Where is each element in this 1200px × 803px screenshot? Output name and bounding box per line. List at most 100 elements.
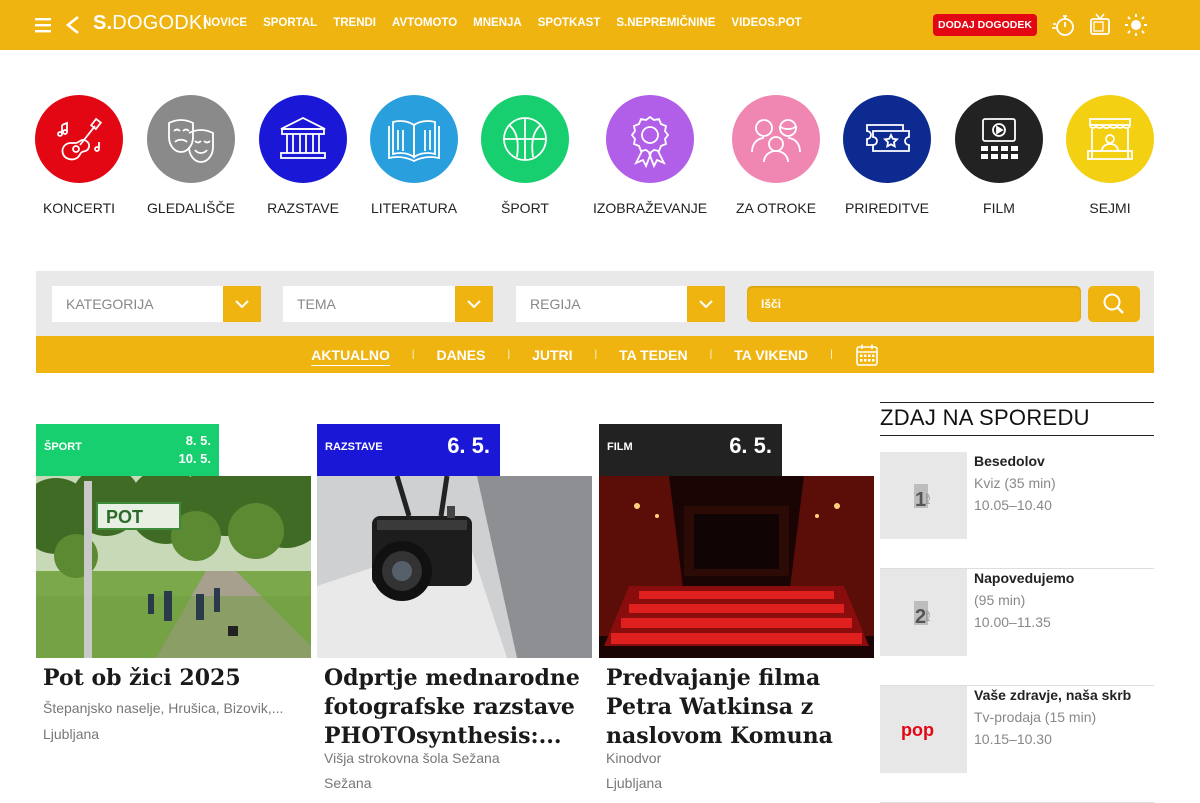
category-label: ZA OTROKE [735,200,817,216]
tickets-icon [843,95,931,183]
event-venue: Višja strokovna šola Sežana [324,750,500,766]
nav-snepremicnine[interactable]: S.NEPREMIČNINE [616,17,715,29]
program-item[interactable]: pop Vaše zdravje, naša skrb Tv-prodaja (… [880,686,1154,803]
chevron-down-icon [455,286,493,322]
category-label: LITERATURA [370,200,458,216]
topic-select[interactable]: TEMA [283,286,493,322]
event-image [599,476,874,658]
cinema-icon [955,95,1043,183]
program-title: Besedolov [974,453,1045,469]
category-label: PRIREDITVE [844,200,929,216]
tab-divider: | [411,349,415,360]
main-nav: NOVICE SPORTAL TRENDI AVTOMOTO MNENJA SP… [203,17,818,29]
category-film[interactable]: FILM [939,95,1059,216]
guitar-icon [35,95,123,183]
tab-aktualno[interactable]: AKTUALNO [311,347,390,363]
event-city: Ljubljana [606,775,663,791]
program-title: Vaše zdravje, naša skrb [974,687,1132,703]
nav-novice[interactable]: NOVICE [203,17,247,29]
event-city: Ljubljana [43,726,100,742]
category-select[interactable]: KATEGORIJA [52,286,261,322]
event-image: POT [36,476,311,658]
program-item[interactable]: 2 POP Napovedujemo (95 min) 10.00–11.35 [880,569,1154,686]
channel-logo: pop [880,686,967,773]
site-logo[interactable]: S.DOGODKI [93,12,208,35]
program-genre: Tv-prodaja (15 min) [974,709,1097,725]
category-label: KONCERTI [42,200,116,216]
svg-text:POT: POT [106,507,143,527]
event-venue: Kinodvor [606,750,662,766]
event-date: 8. 5. 10. 5. [178,433,211,466]
program-genre: (95 min) [974,592,1026,608]
category-gledalisce[interactable]: GLEDALIŠČE [131,95,251,216]
category-koncerti[interactable]: KONCERTI [19,95,139,216]
channel-logo: 2 POP [880,569,967,656]
menu-icon[interactable] [35,15,51,35]
event-city: Sežana [324,775,372,791]
chevron-down-icon [223,286,261,322]
event-title[interactable]: Odprtje mednarodne fotografske razstave … [324,664,592,751]
calendar-icon[interactable] [855,343,879,367]
tv-icon[interactable] [1089,12,1111,38]
nav-videospot[interactable]: VIDEOS.POT [731,17,801,29]
category-select-placeholder: KATEGORIJA [66,296,154,312]
tab-divider: | [507,349,511,360]
category-label: GLEDALIŠČE [147,200,235,216]
event-venue: Štepanjsko naselje, Hrušica, Bizovik,... [43,700,284,716]
category-literatura[interactable]: LITERATURA [354,95,474,216]
category-prireditve[interactable]: PRIREDITVE [827,95,947,216]
nav-avtomoto[interactable]: AVTOMOTO [392,17,457,29]
category-razstave[interactable]: RAZSTAVE [243,95,363,216]
family-icon [732,95,820,183]
back-icon[interactable] [64,14,82,36]
tab-jutri[interactable]: JUTRI [532,347,572,363]
add-event-button[interactable]: DODAJ DOGODEK [933,14,1037,36]
now-on-air-panel: ZDAJ NA SPOREDU 1 POP Besedolov Kviz (35 … [880,402,1154,803]
divider [880,402,1154,403]
tab-ta-teden[interactable]: TA TEDEN [619,347,687,363]
theater-masks-icon [147,95,235,183]
stopwatch-icon[interactable] [1052,12,1076,38]
search-input[interactable] [747,286,1081,322]
program-item[interactable]: 1 POP Besedolov Kviz (35 min) 10.05–10.40 [880,452,1154,569]
event-badge: FILM 6. 5. [599,424,782,476]
category-izobrazevanje[interactable]: IZOBRAŽEVANJE [590,95,710,216]
search-button[interactable] [1088,286,1140,322]
region-select[interactable]: REGIJA [516,286,725,322]
program-time: 10.15–10.30 [974,731,1052,747]
category-sejmi[interactable]: SEJMI [1050,95,1170,216]
tab-ta-vikend[interactable]: TA VIKEND [734,347,808,363]
event-title[interactable]: Pot ob žici 2025 [43,664,311,693]
tab-divider: | [594,349,598,360]
search-icon [1102,292,1126,316]
program-genre: Kviz (35 min) [974,475,1056,491]
category-za-otroke[interactable]: ZA OTROKE [716,95,836,216]
category-label: ŠPORT [501,200,549,216]
event-date: 6. 5. [729,433,772,458]
category-row: KONCERTI GLEDALIŠČE RAZSTAVE LITERATURA … [0,95,1200,225]
nav-trendi[interactable]: TRENDI [333,17,376,29]
program-time: 10.05–10.40 [974,497,1052,513]
nav-sportal[interactable]: SPORTAL [263,17,317,29]
category-label: SEJMI [1089,200,1131,216]
award-icon [606,95,694,183]
program-title: Napovedujemo [974,570,1075,586]
tab-divider: | [709,349,713,360]
nav-spotkast[interactable]: SPOTKAST [538,17,601,29]
event-category: RAZSTAVE [325,441,383,453]
panel-title: ZDAJ NA SPOREDU [880,405,1090,430]
event-date: 6. 5. [447,433,490,458]
svg-text:POP: POP [926,492,932,503]
svg-text:2: 2 [915,606,926,628]
event-title[interactable]: Predvajanje filma Petra Watkinsa z naslo… [606,664,874,751]
book-icon [370,95,458,183]
category-label: RAZSTAVE [267,200,339,216]
nav-mnenja[interactable]: MNENJA [473,17,522,29]
category-sport[interactable]: ŠPORT [465,95,585,216]
category-label: IZOBRAŽEVANJE [592,200,708,216]
date-tabs: AKTUALNO | DANES | JUTRI | TA TEDEN | TA… [36,336,1154,373]
sun-icon[interactable] [1124,12,1148,38]
event-image [317,476,592,658]
tab-danes[interactable]: DANES [436,347,485,363]
divider [880,435,1154,436]
